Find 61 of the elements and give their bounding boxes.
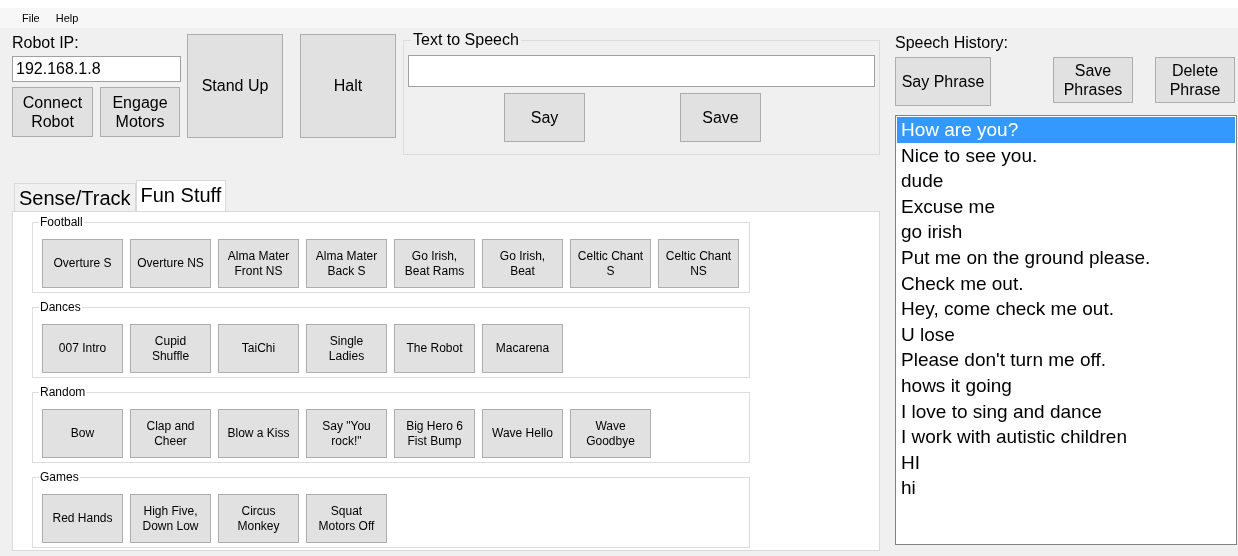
tab[interactable]: Fun Stuff xyxy=(135,180,227,211)
action-button[interactable]: Cupid Shuffle xyxy=(130,324,211,373)
action-button[interactable]: Circus Monkey xyxy=(218,494,299,543)
action-button[interactable]: Overture S xyxy=(42,239,123,288)
list-item[interactable]: Put me on the ground please. xyxy=(897,244,1235,271)
list-item[interactable]: hows it going xyxy=(897,372,1235,399)
engage-button[interactable]: Engage Motors xyxy=(100,87,180,137)
robot-ip-label: Robot IP: xyxy=(12,34,80,52)
phrase-button[interactable]: Save Phrases xyxy=(1053,57,1133,103)
action-button[interactable]: Celtic Chant NS xyxy=(658,239,739,288)
list-item[interactable]: Excuse me xyxy=(897,193,1235,220)
list-item[interactable]: Please don't turn me off. xyxy=(897,347,1235,373)
group-title: Dances xyxy=(39,300,82,314)
action-button[interactable]: Single Ladies xyxy=(306,324,387,373)
phrase-button[interactable]: Delete Phrase xyxy=(1155,57,1235,103)
action-button[interactable]: The Robot xyxy=(394,324,475,373)
menu-item[interactable]: File xyxy=(14,8,48,28)
speech-history-label: Speech History: xyxy=(895,34,1009,52)
action-button[interactable]: TaiChi xyxy=(218,324,299,373)
list-item[interactable]: HI xyxy=(897,449,1235,476)
action-button[interactable]: Halt xyxy=(300,34,396,138)
list-item[interactable]: dude xyxy=(897,168,1235,194)
speech-button[interactable]: Save xyxy=(680,93,761,142)
action-button[interactable]: Overture NS xyxy=(130,239,211,288)
list-item[interactable]: I work with autistic children xyxy=(897,424,1235,450)
action-button[interactable]: 007 Intro xyxy=(42,324,123,373)
speech-input-field[interactable] xyxy=(408,55,875,87)
list-item[interactable]: I love to sing and dance xyxy=(897,398,1235,425)
action-button[interactable]: Macarena xyxy=(482,324,563,373)
list-item[interactable]: Check me out. xyxy=(897,270,1235,297)
action-button[interactable]: Wave Hello xyxy=(482,409,563,458)
menu-item[interactable]: Help xyxy=(47,8,87,28)
action-button[interactable]: Red Hands xyxy=(42,494,123,543)
list-item[interactable]: U lose xyxy=(897,321,1235,348)
speech-button[interactable]: Say xyxy=(504,93,585,142)
action-button[interactable]: Alma Mater Front NS xyxy=(218,239,299,288)
group-title: Games xyxy=(39,470,80,484)
list-item[interactable]: Nice to see you. xyxy=(897,142,1235,169)
group-title: Text to Speech xyxy=(411,31,521,49)
action-button[interactable]: Blow a Kiss xyxy=(218,409,299,458)
list-item[interactable]: Hey, come check me out. xyxy=(897,296,1235,322)
action-button[interactable]: Wave Goodbye xyxy=(570,409,651,458)
action-button[interactable]: High Five, Down Low xyxy=(130,494,211,543)
list-item[interactable]: hi xyxy=(897,475,1235,501)
action-button[interactable]: Squat Motors Off xyxy=(306,494,387,543)
action-button[interactable]: Go Irish, Beat xyxy=(482,239,563,288)
tab[interactable]: Sense/Track xyxy=(14,183,136,211)
action-button[interactable]: Clap and Cheer xyxy=(130,409,211,458)
ip-input-field[interactable]: 192.168.1.8 xyxy=(12,56,181,82)
action-button[interactable]: Alma Mater Back S xyxy=(306,239,387,288)
action-button[interactable]: Big Hero 6 Fist Bump xyxy=(394,409,475,458)
group-title: Football xyxy=(39,215,84,229)
action-button[interactable]: Celtic Chant S xyxy=(570,239,651,288)
phrase-button[interactable]: Say Phrase xyxy=(895,57,991,106)
list-item[interactable]: go irish xyxy=(897,219,1235,245)
action-button[interactable]: Bow xyxy=(42,409,123,458)
group-title: Random xyxy=(39,385,87,399)
action-button[interactable]: Stand Up xyxy=(187,34,283,138)
action-button[interactable]: Go Irish, Beat Rams xyxy=(394,239,475,288)
action-button[interactable]: Say "You rock!" xyxy=(306,409,387,458)
connect-button[interactable]: Connect Robot xyxy=(12,87,93,137)
